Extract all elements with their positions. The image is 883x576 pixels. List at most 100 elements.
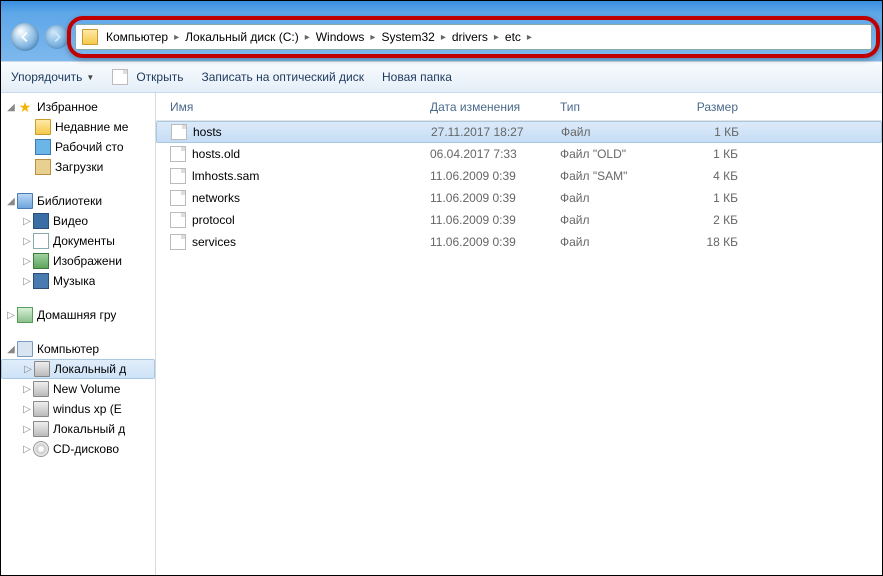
file-icon xyxy=(112,69,128,85)
expand-icon[interactable]: ▷ xyxy=(21,216,33,227)
organize-button[interactable]: Упорядочить ▼ xyxy=(11,70,94,84)
sidebar-item-pictures[interactable]: ▷ Изображени xyxy=(1,251,155,271)
table-row[interactable]: protocol11.06.2009 0:39Файл2 КБ xyxy=(156,209,882,231)
drive-icon xyxy=(33,401,49,417)
table-row[interactable]: hosts.old06.04.2017 7:33Файл "OLD"1 КБ xyxy=(156,143,882,165)
homegroup-icon xyxy=(17,307,33,323)
cell-date: 11.06.2009 0:39 xyxy=(424,191,554,205)
sidebar-item-recent[interactable]: Недавние ме xyxy=(1,117,155,137)
sidebar-item-downloads[interactable]: Загрузки xyxy=(1,157,155,177)
collapse-icon[interactable]: ◢ xyxy=(5,102,17,113)
column-type[interactable]: Тип xyxy=(554,100,664,114)
cell-date: 11.06.2009 0:39 xyxy=(424,235,554,249)
sidebar-item-documents[interactable]: ▷ Документы xyxy=(1,231,155,251)
arrow-left-icon xyxy=(18,30,32,44)
sidebar-item-videos[interactable]: ▷ Видео xyxy=(1,211,155,231)
sidebar-libraries[interactable]: ◢ Библиотеки xyxy=(1,191,155,211)
breadcrumb-segment[interactable]: drivers xyxy=(448,25,492,49)
library-icon xyxy=(17,193,33,209)
file-name: services xyxy=(192,235,236,249)
sidebar-item-cd-drive[interactable]: ▷ CD-дисково xyxy=(1,439,155,459)
cell-type: Файл xyxy=(554,191,664,205)
breadcrumb-segment[interactable]: System32 xyxy=(377,25,438,49)
window-top-strip xyxy=(1,1,882,13)
file-list-panel: Имя Дата изменения Тип Размер hosts 27.11… xyxy=(156,93,882,575)
desktop-icon xyxy=(35,139,51,155)
sidebar-item-new-volume[interactable]: ▷ New Volume xyxy=(1,379,155,399)
cell-type: Файл xyxy=(555,125,665,139)
sidebar-item-label: Избранное xyxy=(37,100,98,114)
address-bar[interactable]: Компьютер▸Локальный диск (C:)▸Windows▸Sy… xyxy=(75,24,872,50)
file-icon xyxy=(170,190,186,206)
cell-date: 27.11.2017 18:27 xyxy=(425,125,555,139)
expand-icon[interactable]: ▷ xyxy=(21,424,33,435)
file-rows: hosts27.11.2017 18:27Файл1 КБhosts.old06… xyxy=(156,121,882,253)
expand-icon[interactable]: ▷ xyxy=(21,384,33,395)
breadcrumb-segment[interactable]: Компьютер xyxy=(102,25,172,49)
arrow-right-icon xyxy=(50,30,64,44)
file-name: hosts xyxy=(193,125,222,139)
collapse-icon[interactable]: ◢ xyxy=(5,196,17,207)
cell-date: 06.04.2017 7:33 xyxy=(424,147,554,161)
sidebar-homegroup-group: ▷ Домашняя гру xyxy=(1,305,155,325)
table-row[interactable]: services11.06.2009 0:39Файл18 КБ xyxy=(156,231,882,253)
expand-icon[interactable]: ▷ xyxy=(21,444,33,455)
open-button[interactable]: Открыть xyxy=(112,69,183,85)
open-label: Открыть xyxy=(136,70,183,84)
sidebar-item-label: windus xp (E xyxy=(53,402,122,416)
sidebar-item-label: CD-дисково xyxy=(53,442,119,456)
sidebar-item-label: Рабочий сто xyxy=(55,140,124,154)
folder-icon xyxy=(35,119,51,135)
expand-icon[interactable]: ▷ xyxy=(21,236,33,247)
sidebar-item-local-disk-c[interactable]: ▷ Локальный д xyxy=(1,359,155,379)
sidebar-homegroup[interactable]: ▷ Домашняя гру xyxy=(1,305,155,325)
file-name: networks xyxy=(192,191,240,205)
back-button[interactable] xyxy=(11,23,39,51)
table-row[interactable]: hosts 27.11.2017 18:27Файл1 КБ xyxy=(156,121,882,143)
burn-label: Записать на оптический диск xyxy=(201,70,364,84)
chevron-right-icon[interactable]: ▸ xyxy=(303,32,312,43)
newfolder-label: Новая папка xyxy=(382,70,452,84)
sidebar-item-label: Документы xyxy=(53,234,115,248)
sidebar-item-label: New Volume xyxy=(53,382,120,396)
sidebar: ◢ ★ Избранное Недавние ме Рабочий сто За… xyxy=(1,93,156,575)
file-name: protocol xyxy=(192,213,235,227)
cell-size: 1 КБ xyxy=(665,125,745,139)
chevron-right-icon[interactable]: ▸ xyxy=(525,32,534,43)
table-row[interactable]: lmhosts.sam11.06.2009 0:39Файл "SAM"4 КБ xyxy=(156,165,882,187)
expand-icon[interactable]: ▷ xyxy=(21,404,33,415)
breadcrumb-segment[interactable]: Локальный диск (C:) xyxy=(181,25,303,49)
expand-icon[interactable]: ▷ xyxy=(21,256,33,267)
chevron-right-icon[interactable]: ▸ xyxy=(368,32,377,43)
column-date[interactable]: Дата изменения xyxy=(424,100,554,114)
column-name[interactable]: Имя xyxy=(164,100,424,114)
table-row[interactable]: networks11.06.2009 0:39Файл1 КБ xyxy=(156,187,882,209)
file-icon xyxy=(170,234,186,250)
burn-button[interactable]: Записать на оптический диск xyxy=(201,70,364,84)
breadcrumb-segment[interactable]: etc xyxy=(501,25,525,49)
downloads-icon xyxy=(35,159,51,175)
sidebar-libraries-group: ◢ Библиотеки ▷ Видео ▷ Документы ▷ Изобр… xyxy=(1,191,155,291)
drive-icon xyxy=(33,381,49,397)
cell-size: 18 КБ xyxy=(664,235,744,249)
sidebar-item-local-disk-2[interactable]: ▷ Локальный д xyxy=(1,419,155,439)
sidebar-computer[interactable]: ◢ Компьютер xyxy=(1,339,155,359)
sidebar-item-desktop[interactable]: Рабочий сто xyxy=(1,137,155,157)
chevron-right-icon[interactable]: ▸ xyxy=(439,32,448,43)
sidebar-item-music[interactable]: ▷ Музыка xyxy=(1,271,155,291)
expand-icon[interactable]: ▷ xyxy=(22,364,34,375)
forward-button[interactable] xyxy=(45,25,69,49)
expand-icon[interactable]: ▷ xyxy=(5,310,17,321)
sidebar-favorites[interactable]: ◢ ★ Избранное xyxy=(1,97,155,117)
expand-icon[interactable]: ▷ xyxy=(21,276,33,287)
computer-icon xyxy=(17,341,33,357)
chevron-right-icon[interactable]: ▸ xyxy=(172,32,181,43)
cell-name: hosts xyxy=(165,124,425,140)
breadcrumb-segment[interactable]: Windows xyxy=(312,25,369,49)
collapse-icon[interactable]: ◢ xyxy=(5,344,17,355)
column-size[interactable]: Размер xyxy=(664,100,744,114)
chevron-right-icon[interactable]: ▸ xyxy=(492,32,501,43)
sidebar-item-windus-xp[interactable]: ▷ windus xp (E xyxy=(1,399,155,419)
new-folder-button[interactable]: Новая папка xyxy=(382,70,452,84)
file-icon xyxy=(171,124,187,140)
